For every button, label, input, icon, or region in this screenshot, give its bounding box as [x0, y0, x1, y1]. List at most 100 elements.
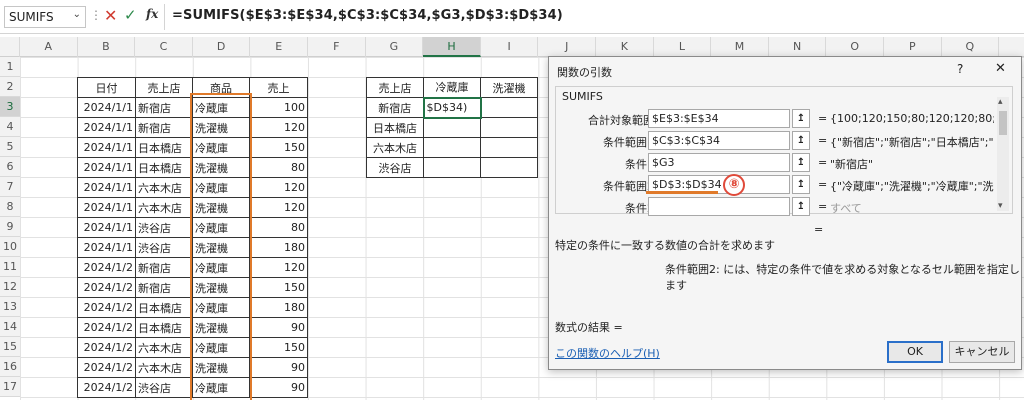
function-help-link[interactable]: この関数のヘルプ(H) [555, 345, 660, 361]
amount-cell[interactable]: 80 [249, 157, 308, 178]
amount-cell[interactable]: 90 [249, 377, 308, 398]
row-header-1[interactable]: 1 [0, 57, 20, 77]
range-picker-icon[interactable]: ↥ [792, 197, 810, 216]
summary-cell[interactable] [480, 137, 538, 158]
store-cell[interactable]: 日本橋店 [135, 317, 193, 338]
formula-input[interactable]: =SUMIFS($E$3:$E$34,$C$3:$C$34,$G3,$D$3:$… [172, 8, 563, 23]
summary-table[interactable]: 売上店 冷蔵庫 洗濯機 新宿店 $D$34) 日本橋店 六本木店 渋谷店 [366, 77, 538, 178]
amount-cell[interactable]: 80 [249, 217, 308, 238]
amount-cell[interactable]: 90 [249, 317, 308, 338]
arguments-scrollbar[interactable]: ▴ ▾ [997, 97, 1009, 211]
store-cell[interactable]: 六本木店 [135, 177, 193, 198]
date-cell[interactable]: 2024/1/1 [77, 137, 136, 158]
date-cell[interactable]: 2024/1/2 [77, 277, 136, 298]
row-header-5[interactable]: 5 [0, 137, 20, 157]
summary-header-cell[interactable]: 売上店 [366, 77, 424, 98]
column-header-l[interactable]: L [654, 37, 712, 57]
date-cell[interactable]: 2024/1/1 [77, 157, 136, 178]
scroll-down-icon[interactable]: ▾ [998, 201, 1003, 211]
close-icon[interactable]: ✕ [995, 61, 1006, 76]
row-header-4[interactable]: 4 [0, 117, 20, 137]
store-cell[interactable]: 日本橋店 [135, 157, 193, 178]
date-cell[interactable]: 2024/1/2 [77, 257, 136, 278]
select-all-corner[interactable] [0, 37, 20, 57]
range-picker-icon[interactable]: ↥ [792, 153, 810, 172]
row-header-13[interactable]: 13 [0, 297, 20, 317]
column-header-e[interactable]: E [250, 37, 308, 57]
column-header-n[interactable]: N [769, 37, 827, 57]
date-cell[interactable]: 2024/1/1 [77, 217, 136, 238]
column-header-d[interactable]: D [193, 37, 251, 57]
ok-button[interactable]: OK [887, 341, 943, 363]
range-picker-icon[interactable]: ↥ [792, 175, 810, 194]
column-header-h[interactable]: H [423, 37, 481, 57]
cancel-icon[interactable]: ✕ [104, 6, 117, 25]
store-cell[interactable]: 六本木店 [135, 337, 193, 358]
range-picker-icon[interactable]: ↥ [792, 131, 810, 150]
more-options-icon[interactable]: ⋮ [90, 8, 102, 22]
summary-cell[interactable] [423, 157, 481, 178]
date-cell[interactable]: 2024/1/1 [77, 237, 136, 258]
date-cell[interactable]: 2024/1/1 [77, 197, 136, 218]
column-header-q[interactable]: Q [942, 37, 1000, 57]
amount-cell[interactable]: 120 [249, 197, 308, 218]
date-cell[interactable]: 2024/1/1 [77, 177, 136, 198]
column-header-m[interactable]: M [711, 37, 769, 57]
store-cell[interactable]: 新宿店 [135, 117, 193, 138]
amount-cell[interactable]: 150 [249, 277, 308, 298]
argument-input[interactable]: $E$3:$E$34 [648, 109, 790, 128]
date-cell[interactable]: 2024/1/2 [77, 317, 136, 338]
row-header-17[interactable]: 17 [0, 377, 20, 397]
date-cell[interactable]: 2024/1/2 [77, 377, 136, 398]
row-header-15[interactable]: 15 [0, 337, 20, 357]
row-header-10[interactable]: 10 [0, 237, 20, 257]
summary-header-cell[interactable]: 冷蔵庫 [423, 77, 481, 98]
summary-cell[interactable]: 渋谷店 [366, 157, 424, 178]
store-cell[interactable]: 渋谷店 [135, 237, 193, 258]
column-header-k[interactable]: K [596, 37, 654, 57]
summary-cell[interactable] [480, 117, 538, 138]
row-header-12[interactable]: 12 [0, 277, 20, 297]
store-cell[interactable]: 日本橋店 [135, 297, 193, 318]
row-header-7[interactable]: 7 [0, 177, 20, 197]
date-cell[interactable]: 2024/1/1 [77, 117, 136, 138]
summary-cell[interactable] [423, 117, 481, 138]
amount-cell[interactable]: 180 [249, 237, 308, 258]
name-box[interactable]: SUMIFS ⌄ [4, 6, 86, 28]
summary-cell[interactable]: 日本橋店 [366, 117, 424, 138]
scroll-thumb[interactable] [999, 111, 1007, 135]
row-header-9[interactable]: 9 [0, 217, 20, 237]
row-header-8[interactable]: 8 [0, 197, 20, 217]
column-header-a[interactable]: A [20, 37, 78, 57]
help-icon[interactable]: ? [957, 62, 963, 76]
row-header-6[interactable]: 6 [0, 157, 20, 177]
store-cell[interactable]: 渋谷店 [135, 377, 193, 398]
row-header-14[interactable]: 14 [0, 317, 20, 337]
amount-cell[interactable]: 100 [249, 97, 308, 118]
store-cell[interactable]: 新宿店 [135, 97, 193, 118]
column-header-j[interactable]: J [538, 37, 596, 57]
summary-cell[interactable] [423, 137, 481, 158]
column-header-cell[interactable]: 売上 [249, 77, 308, 98]
column-header-i[interactable]: I [481, 37, 539, 57]
row-header-2[interactable]: 2 [0, 77, 20, 97]
insert-function-icon[interactable]: fx [146, 7, 158, 21]
summary-cell[interactable] [480, 157, 538, 178]
store-cell[interactable]: 新宿店 [135, 277, 193, 298]
argument-input[interactable]: $G3 [648, 153, 790, 172]
column-header-cell[interactable]: 売上店 [135, 77, 193, 98]
column-header-p[interactable]: P [884, 37, 942, 57]
column-header-f[interactable]: F [308, 37, 366, 57]
amount-cell[interactable]: 150 [249, 137, 308, 158]
chevron-down-icon[interactable]: ⌄ [73, 9, 81, 20]
cancel-button[interactable]: キャンセル [949, 341, 1015, 363]
enter-icon[interactable]: ✓ [124, 6, 137, 24]
argument-input[interactable]: $C$3:$C$34 [648, 131, 790, 150]
store-cell[interactable]: 六本木店 [135, 197, 193, 218]
store-cell[interactable]: 新宿店 [135, 257, 193, 278]
amount-cell[interactable]: 150 [249, 337, 308, 358]
store-cell[interactable]: 渋谷店 [135, 217, 193, 238]
date-cell[interactable]: 2024/1/2 [77, 297, 136, 318]
amount-cell[interactable]: 120 [249, 257, 308, 278]
amount-cell[interactable]: 120 [249, 117, 308, 138]
